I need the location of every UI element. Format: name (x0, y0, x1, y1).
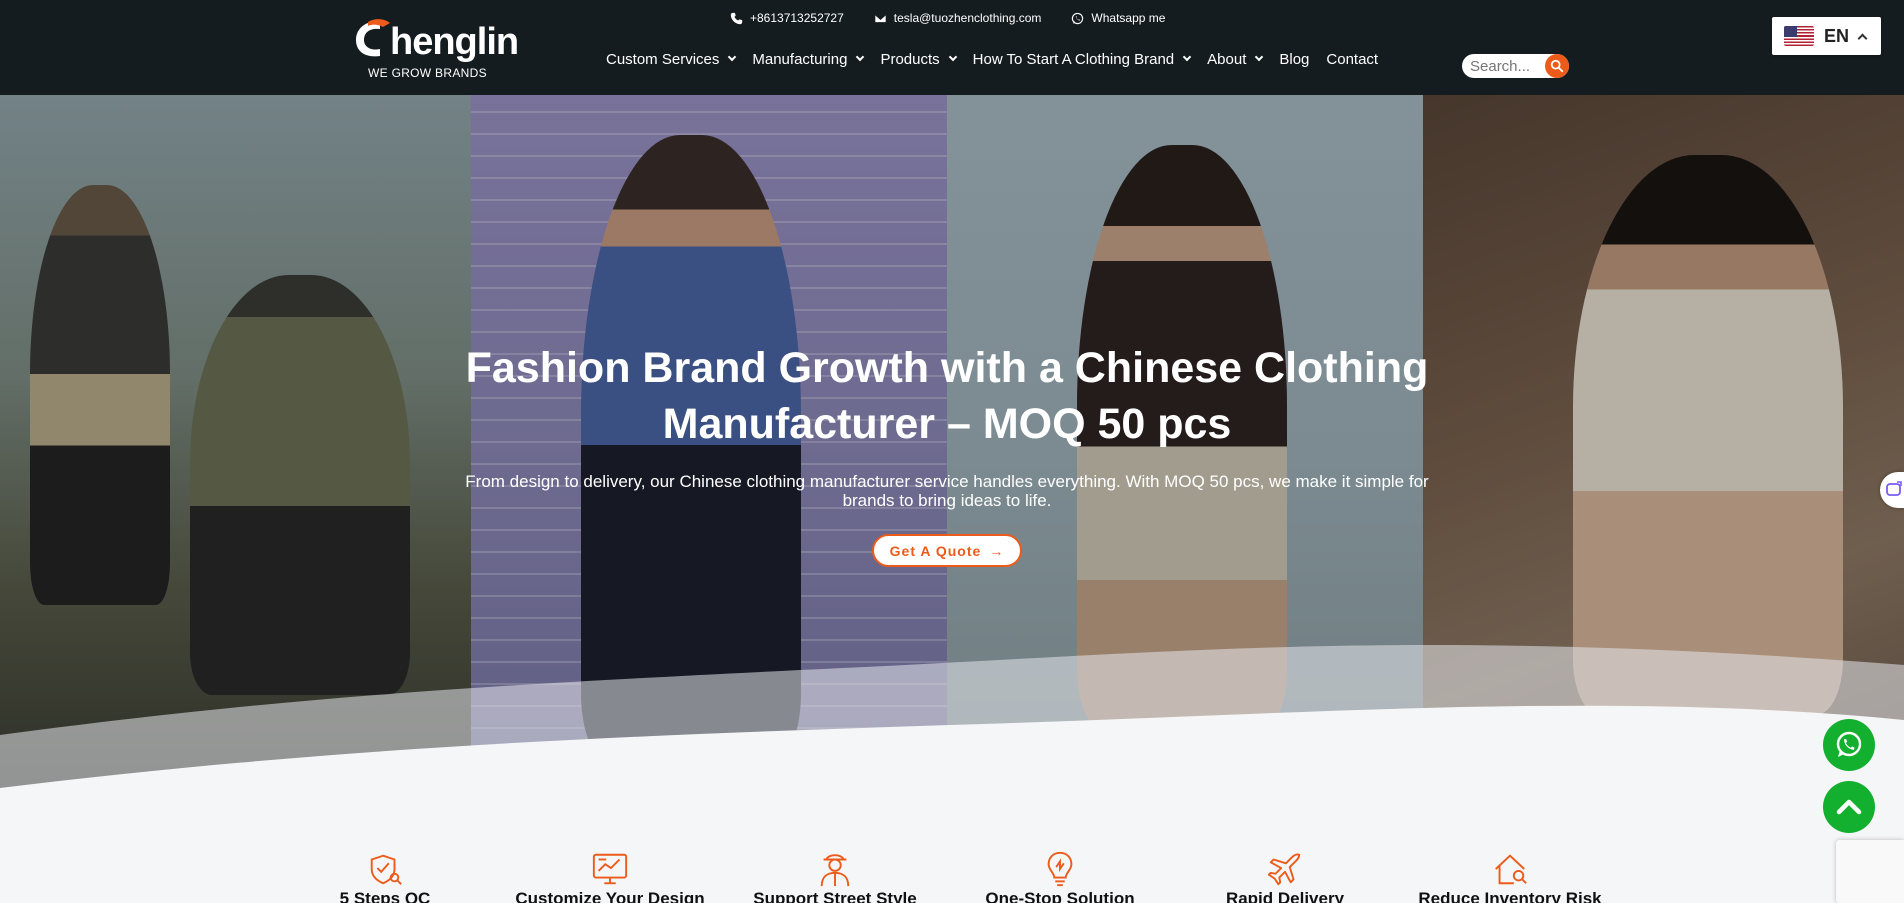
brand-logo[interactable]: henglin WE GROW BRANDS (350, 16, 519, 82)
hero-subtitle-line: From design to delivery, our Chinese clo… (465, 472, 1429, 491)
hero-title-line: Manufacturer – MOQ 50 pcs (662, 400, 1232, 448)
search-input[interactable] (1470, 57, 1542, 75)
chat-bubble-icon (1886, 481, 1902, 496)
house-search-icon (1495, 854, 1527, 885)
hero-banner: Fashion Brand Growth with a Chinese Clot… (0, 95, 1904, 795)
nav-label: Products (880, 50, 940, 68)
whatsapp-float-button[interactable] (1823, 719, 1875, 771)
chevron-up-icon (1836, 799, 1862, 815)
feature-label: Rapid Delivery (1225, 889, 1345, 903)
features-strip: 5 Steps QC Customize Your Design Support… (0, 795, 1904, 903)
logo-c-mark-icon (356, 19, 390, 57)
hero-subtitle: From design to delivery, our Chinese clo… (430, 472, 1464, 510)
get-quote-button[interactable]: Get A Quote → (872, 534, 1022, 567)
phone-number: +8613713252727 (750, 11, 844, 25)
email-contact[interactable]: tesla@tuozhenclothing.com (874, 11, 1042, 25)
nav-item-custom-services[interactable]: Custom Services (606, 50, 737, 68)
scroll-to-top-button[interactable] (1823, 781, 1875, 833)
nav-item-contact[interactable]: Contact (1326, 51, 1378, 68)
logo-wordmark: henglin (390, 21, 519, 63)
recaptcha-badge[interactable] (1836, 840, 1904, 903)
nav-item-about[interactable]: About (1207, 50, 1264, 68)
whatsapp-contact[interactable]: Whatsapp me (1071, 11, 1165, 25)
site-header: henglin WE GROW BRANDS +8613713252727 te… (0, 0, 1904, 95)
phone-contact[interactable]: +8613713252727 (730, 11, 844, 25)
chevron-down-icon (1255, 52, 1264, 62)
chevron-down-icon (1182, 52, 1192, 62)
feature-street-style: Support Street Style (720, 850, 950, 903)
search-box (1462, 54, 1569, 78)
whatsapp-icon (1836, 731, 1862, 757)
language-code: EN (1824, 25, 1850, 46)
nav-item-manufacturing[interactable]: Manufacturing (752, 50, 865, 68)
email-address: tesla@tuozhenclothing.com (893, 11, 1042, 25)
shield-check-icon (370, 854, 402, 885)
hero-title: Fashion Brand Growth with a Chinese Clot… (420, 340, 1474, 452)
arrow-right-icon: → (989, 542, 1005, 559)
lightbulb-icon (1047, 851, 1073, 887)
logo-tagline: WE GROW BRANDS (368, 66, 487, 80)
search-button[interactable] (1545, 54, 1569, 78)
search-icon (1550, 59, 1564, 73)
feature-one-stop: One-Stop Solution (945, 850, 1175, 903)
hero-title-line: Fashion Brand Growth with a Chinese Clot… (465, 344, 1429, 392)
nav-label: About (1207, 50, 1247, 68)
feature-inventory-risk: Reduce Inventory Risk (1395, 850, 1625, 903)
feature-label: 5 Steps QC (339, 889, 431, 903)
chevron-down-icon (728, 52, 737, 62)
nav-label: Blog (1279, 50, 1310, 68)
chevron-down-icon (948, 52, 957, 62)
hero-subtitle-line: brands to bring ideas to life. (842, 491, 1052, 510)
chevron-down-icon (856, 52, 865, 62)
feature-label: Customize Your Design (515, 889, 705, 903)
feature-5-steps-qc: 5 Steps QC (270, 850, 500, 903)
nav-item-how-to-start[interactable]: How To Start A Clothing Brand (972, 50, 1192, 68)
whatsapp-icon (1072, 12, 1084, 24)
feature-label: Reduce Inventory Risk (1418, 889, 1602, 903)
feature-rapid-delivery: Rapid Delivery (1170, 850, 1400, 903)
airplane-icon (1267, 853, 1301, 886)
nav-label: Contact (1326, 50, 1379, 68)
nav-label: Custom Services (606, 50, 720, 68)
nav-item-products[interactable]: Products (880, 50, 957, 68)
language-selector[interactable]: EN (1772, 17, 1881, 55)
feature-label: One-Stop Solution (985, 889, 1135, 903)
us-flag-icon (1784, 26, 1814, 46)
nav-label: How To Start A Clothing Brand (972, 50, 1175, 68)
nav-item-blog[interactable]: Blog (1279, 51, 1309, 68)
main-navigation: Custom Services Manufacturing Products H… (606, 48, 1395, 70)
get-quote-label: Get A Quote (889, 542, 982, 559)
whatsapp-label: Whatsapp me (1091, 11, 1166, 25)
feature-label: Support Street Style (753, 889, 917, 903)
envelope-icon (874, 13, 887, 23)
designer-person-icon (820, 854, 850, 887)
chevron-up-icon (1857, 33, 1868, 43)
phone-icon (730, 12, 743, 24)
monitor-chart-icon (592, 853, 628, 885)
feature-customize-design: Customize Your Design (495, 850, 725, 903)
contact-topbar: +8613713252727 tesla@tuozhenclothing.com… (730, 8, 1165, 28)
nav-label: Manufacturing (752, 50, 848, 68)
